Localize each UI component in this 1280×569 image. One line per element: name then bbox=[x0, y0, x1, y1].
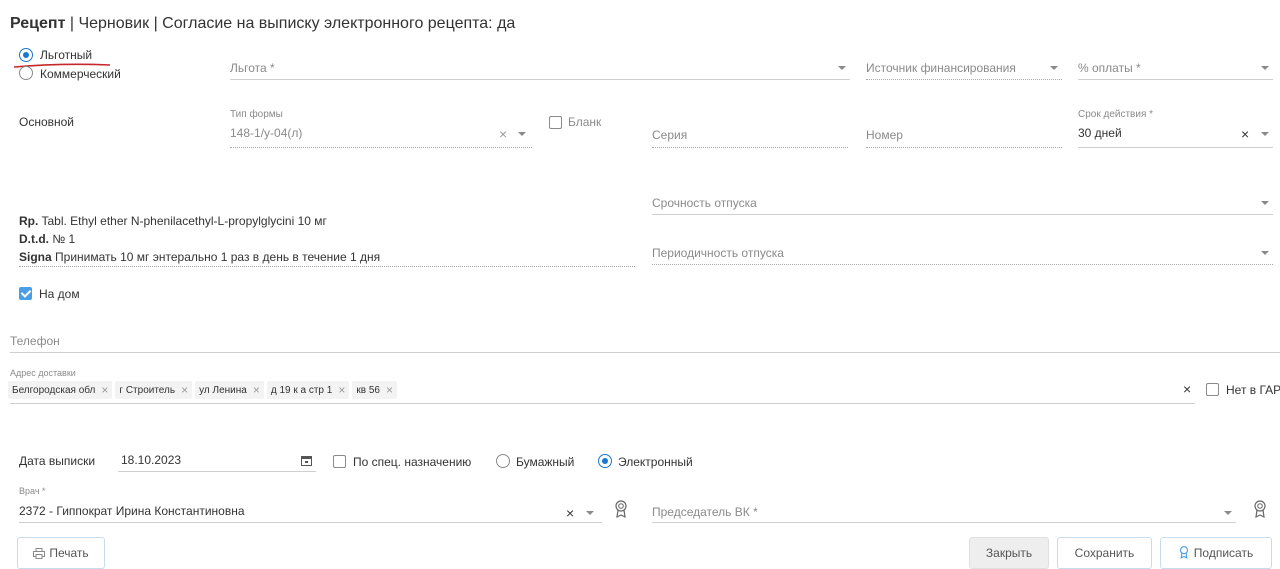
address-chip-street[interactable]: ул Ленина × bbox=[195, 381, 264, 399]
chip-close-icon[interactable]: × bbox=[338, 383, 345, 397]
save-button[interactable]: Сохранить bbox=[1057, 537, 1152, 569]
print-button[interactable]: Печать bbox=[17, 537, 105, 569]
chairman-label: Председатель ВК * bbox=[652, 505, 758, 519]
doctor-code: 2372 bbox=[19, 504, 46, 518]
urgency-select[interactable] bbox=[652, 213, 1273, 215]
address-chip-region[interactable]: Белгородская обл × bbox=[8, 381, 113, 399]
title-status: Черновик bbox=[78, 15, 150, 32]
sign-button[interactable]: Подписать bbox=[1160, 537, 1272, 569]
radio-lgotny-label[interactable]: Льготный bbox=[40, 48, 92, 62]
address-input-line bbox=[10, 402, 1195, 404]
phone-input[interactable] bbox=[10, 351, 1280, 353]
validity-clear-icon[interactable]: × bbox=[1241, 127, 1249, 141]
chairman-signature-badge-icon[interactable] bbox=[1253, 500, 1267, 520]
doctor-signature-badge-icon[interactable] bbox=[614, 500, 628, 520]
series-label: Серия bbox=[652, 128, 688, 142]
special-checkbox[interactable] bbox=[333, 455, 346, 468]
home-checkbox[interactable] bbox=[19, 287, 32, 300]
percent-chevron-down-icon[interactable] bbox=[1261, 66, 1269, 70]
validity-value[interactable]: 30 дней bbox=[1078, 126, 1122, 140]
urgency-label: Срочность отпуска bbox=[652, 196, 757, 210]
form-type-select[interactable] bbox=[230, 146, 532, 148]
radio-paper[interactable] bbox=[496, 454, 510, 468]
address-chip-flat[interactable]: кв 56 × bbox=[352, 381, 397, 399]
chip-close-icon[interactable]: × bbox=[386, 383, 393, 397]
dtd-line: D.t.d. № 1 bbox=[19, 232, 76, 246]
percent-select[interactable] bbox=[1078, 78, 1273, 80]
validity-select[interactable] bbox=[1078, 146, 1273, 148]
periodicity-select[interactable] bbox=[652, 263, 1273, 265]
source-label: Источник финансирования bbox=[866, 61, 1016, 75]
radio-paper-label[interactable]: Бумажный bbox=[516, 455, 574, 469]
form-type-chevron-down-icon[interactable] bbox=[518, 132, 526, 136]
radio-electronic[interactable] bbox=[598, 454, 612, 468]
title-sep-1: | bbox=[69, 15, 75, 32]
doctor-clear-icon[interactable]: × bbox=[566, 506, 574, 520]
page-title: Рецепт | Черновик | Согласие на выписку … bbox=[10, 15, 515, 33]
address-clear-icon[interactable]: × bbox=[1183, 382, 1191, 396]
section-label: Основной bbox=[19, 115, 75, 129]
percent-label: % оплаты * bbox=[1078, 61, 1141, 75]
validity-label: Срок действия * bbox=[1078, 109, 1154, 120]
radio-commercial[interactable] bbox=[19, 66, 33, 80]
title-sep-2: | bbox=[153, 15, 158, 32]
not-in-gar-checkbox[interactable] bbox=[1206, 383, 1219, 396]
validity-chevron-down-icon[interactable] bbox=[1261, 132, 1269, 136]
blank-checkbox[interactable] bbox=[549, 116, 562, 129]
rp-line: Rp. Tabl. Ethyl ether N-phenilacethyl-L-… bbox=[19, 214, 327, 228]
chip-close-icon[interactable]: × bbox=[181, 383, 188, 397]
prescription-block: Rp. Tabl. Ethyl ether N-phenilacethyl-L-… bbox=[19, 212, 380, 266]
issue-date-input[interactable] bbox=[118, 470, 316, 472]
close-button[interactable]: Закрыть bbox=[969, 537, 1049, 569]
doctor-chevron-down-icon[interactable] bbox=[586, 511, 594, 515]
chip-close-icon[interactable]: × bbox=[101, 383, 108, 397]
periodicity-label: Периодичность отпуска bbox=[652, 246, 784, 260]
sign-badge-icon bbox=[1179, 546, 1188, 559]
lgota-label: Льгота * bbox=[230, 61, 275, 75]
address-label: Адрес доставки bbox=[10, 368, 76, 378]
address-chips[interactable]: Белгородская обл × г Строитель × ул Ленина… bbox=[8, 381, 400, 399]
lgota-chevron-down-icon[interactable] bbox=[838, 66, 846, 70]
lgota-select[interactable] bbox=[230, 78, 850, 80]
printer-icon bbox=[33, 547, 46, 559]
urgency-chevron-down-icon[interactable] bbox=[1261, 201, 1269, 205]
chairman-chevron-down-icon[interactable] bbox=[1224, 511, 1232, 515]
doctor-select[interactable] bbox=[19, 521, 602, 523]
blank-label[interactable]: Бланк bbox=[568, 115, 601, 129]
doctor-name: Гиппократ Ирина Константиновна bbox=[56, 504, 245, 518]
chairman-select[interactable] bbox=[652, 521, 1236, 523]
radio-lgotny[interactable] bbox=[19, 48, 33, 62]
periodicity-chevron-down-icon[interactable] bbox=[1261, 251, 1269, 255]
number-label: Номер bbox=[866, 128, 903, 142]
source-chevron-down-icon[interactable] bbox=[1050, 66, 1058, 70]
title-consent: Согласие на выписку электронного рецепта… bbox=[162, 15, 516, 32]
home-label[interactable]: На дом bbox=[39, 287, 80, 301]
doctor-label: Врач * bbox=[19, 486, 46, 496]
address-chip-city[interactable]: г Строитель × bbox=[115, 381, 193, 399]
title-recipe: Рецепт bbox=[10, 15, 66, 32]
source-select[interactable] bbox=[866, 78, 1062, 80]
chip-close-icon[interactable]: × bbox=[253, 383, 260, 397]
prescription-underline bbox=[19, 265, 635, 267]
issue-date-label: Дата выписки bbox=[19, 454, 96, 468]
form-type-label: Тип формы bbox=[230, 109, 283, 120]
special-label[interactable]: По спец. назначению bbox=[353, 455, 471, 469]
address-chip-house[interactable]: д 19 к а стр 1 × bbox=[266, 381, 350, 399]
form-type-value[interactable]: 148-1/у-04(л) bbox=[230, 126, 302, 140]
radio-electronic-label[interactable]: Электронный bbox=[618, 455, 693, 469]
series-input[interactable] bbox=[652, 146, 848, 148]
doctor-value[interactable]: 2372 - Гиппократ Ирина Константиновна bbox=[19, 504, 245, 518]
radio-commercial-label[interactable]: Коммерческий bbox=[40, 67, 121, 81]
calendar-icon[interactable] bbox=[301, 455, 312, 466]
signa-line: Signa Принимать 10 мг энтерально 1 раз в… bbox=[19, 250, 381, 264]
number-input[interactable] bbox=[866, 146, 1062, 148]
issue-date-value[interactable]: 18.10.2023 bbox=[121, 453, 181, 467]
phone-label: Телефон bbox=[10, 334, 60, 348]
form-type-clear-icon[interactable]: × bbox=[499, 127, 507, 141]
not-in-gar-label[interactable]: Нет в ГАР bbox=[1226, 383, 1280, 397]
